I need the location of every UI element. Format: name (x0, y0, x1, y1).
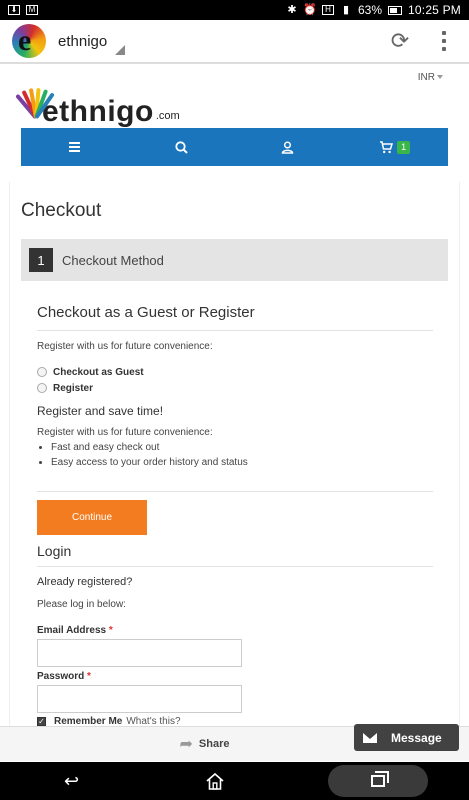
email-label: Email Address * (37, 625, 433, 636)
alarm-icon: ⏰ (303, 3, 317, 16)
message-button[interactable]: Message (354, 724, 459, 751)
overflow-menu-icon[interactable] (429, 31, 459, 51)
section-divider (37, 491, 433, 492)
guest-radio[interactable] (37, 367, 47, 377)
password-required-mark: * (87, 671, 91, 682)
menu-icon (68, 142, 80, 152)
app-dropdown-icon[interactable] (115, 45, 126, 55)
app-bar: e ethnigo ⟳ (0, 20, 469, 64)
bluetooth-icon: ✱ (287, 3, 297, 16)
register-intro-text: Register with us for future convenience: (37, 427, 213, 438)
home-button[interactable] (185, 766, 245, 796)
home-icon (205, 772, 224, 790)
back-button[interactable]: ↩ (42, 766, 102, 796)
recent-apps-icon (370, 771, 389, 787)
step-number: 1 (29, 248, 53, 272)
currency-caret-icon (437, 75, 443, 80)
login-instructions: Please log in below: (37, 599, 126, 610)
page-title: Checkout (21, 200, 102, 221)
option-register[interactable]: Register (37, 380, 433, 396)
register-radio-label: Register (53, 382, 94, 394)
nav-menu-button[interactable] (21, 128, 128, 166)
currency-label: INR (417, 72, 435, 83)
site-nav-bar: 1 (21, 128, 448, 166)
site-logo-suffix: .com (155, 110, 180, 122)
refresh-icon[interactable]: ⟳ (385, 28, 415, 54)
cart-count-badge: 1 (397, 140, 411, 154)
share-button[interactable]: ➦ Share (180, 734, 230, 754)
app-title[interactable]: ethnigo (58, 33, 107, 50)
remember-me-label: Remember Me (54, 716, 123, 726)
recent-apps-button[interactable] (327, 765, 428, 797)
nav-account-button[interactable] (235, 128, 342, 166)
checkout-step-header[interactable]: 1 Checkout Method (21, 239, 448, 281)
app-logo-icon[interactable]: e (12, 24, 46, 58)
webview: INR ethnigo .com 1 Checkout 1 Checkout M… (0, 66, 469, 726)
password-label: Password * (37, 671, 433, 682)
continue-button[interactable]: Continue (37, 500, 147, 535)
envelope-icon (363, 732, 377, 743)
benefit-item: Fast and easy check out (51, 440, 433, 455)
battery-icon (388, 5, 403, 15)
guest-register-title: Checkout as a Guest or Register (37, 304, 433, 331)
site-logo-mark-icon (15, 82, 55, 128)
download-notification-icon: ⬇ (8, 5, 20, 15)
clock: 10:25 PM (408, 3, 461, 17)
email-label-text: Email Address (37, 625, 107, 636)
status-bar: ⬇ M ✱ ⏰ H ▮ 63% 10:25 PM (0, 0, 469, 20)
whats-this-link[interactable]: What's this? (126, 716, 180, 726)
option-checkout-as-guest[interactable]: Checkout as Guest (37, 364, 433, 380)
guest-radio-label: Checkout as Guest (53, 366, 144, 378)
checkout-method-options: Checkout as Guest Register (37, 364, 433, 396)
message-label: Message (391, 730, 442, 745)
share-label: Share (198, 738, 230, 750)
site-logo-text: ethnigo (42, 95, 154, 128)
register-benefits-list: Fast and easy check out Easy access to y… (37, 440, 433, 470)
cart-icon (380, 140, 394, 153)
guest-register-section: Checkout as a Guest or Register (37, 304, 433, 331)
register-heading: Register and save time! (37, 404, 164, 418)
site-logo[interactable]: ethnigo .com (15, 78, 180, 128)
step-label: Checkout Method (62, 252, 164, 268)
currency-selector[interactable]: INR (418, 72, 443, 83)
benefit-item: Easy access to your order history and st… (51, 455, 433, 470)
nav-search-button[interactable] (128, 128, 235, 166)
nav-cart-button[interactable]: 1 (341, 128, 448, 166)
guest-intro-text: Register with us for future convenience: (37, 341, 213, 352)
password-label-text: Password (37, 671, 85, 682)
email-required-mark: * (108, 625, 113, 636)
remember-me-checkbox[interactable]: ✓ (37, 717, 46, 726)
password-field[interactable] (37, 685, 242, 713)
email-field[interactable] (37, 639, 242, 667)
signal-icon: ▮ (342, 3, 350, 16)
system-nav-bar: ↩ (0, 762, 469, 800)
gmail-notification-icon: M (26, 5, 38, 15)
back-icon: ↩ (63, 770, 80, 791)
register-radio[interactable] (37, 383, 47, 393)
login-title: Login (37, 543, 433, 567)
login-section: Login (37, 543, 433, 567)
share-arrow-icon: ➦ (179, 736, 193, 753)
search-icon (175, 140, 188, 154)
already-registered-text: Already registered? (37, 576, 133, 588)
battery-percent: 63% (358, 3, 383, 17)
user-icon (282, 140, 294, 154)
network-type-icon: H (322, 5, 334, 15)
